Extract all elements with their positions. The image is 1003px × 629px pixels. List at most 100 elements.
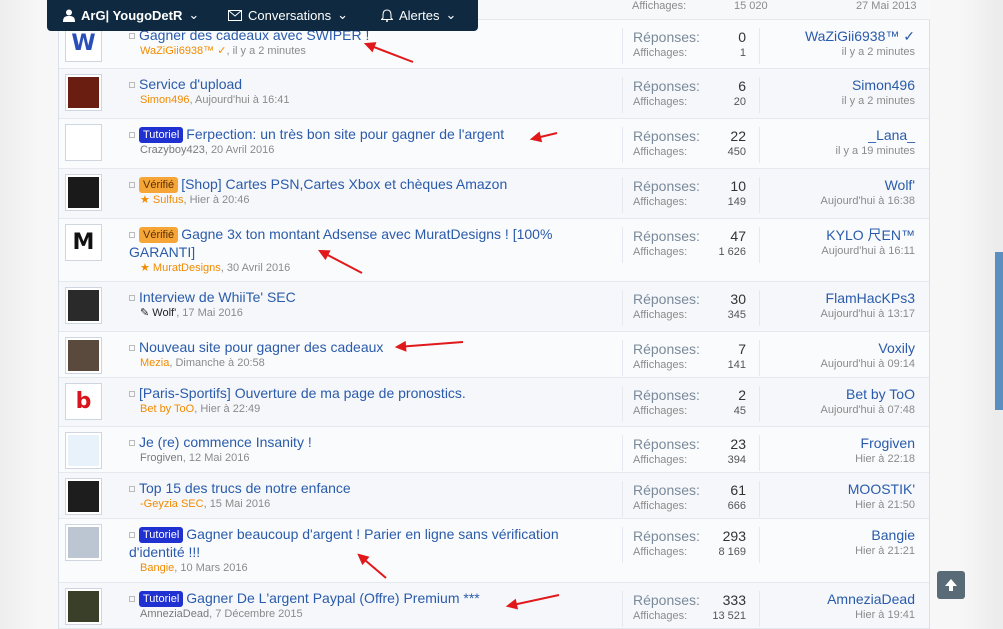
thread-row[interactable]: Tutoriel Gagner De L'argent Paypal (Offre…: [59, 583, 929, 629]
thread-prefix-badge[interactable]: Vérifié: [139, 177, 179, 193]
last-post-user[interactable]: _Lana_: [760, 127, 915, 144]
thread-author[interactable]: Bet by ToO: [140, 403, 194, 415]
thread-row[interactable]: b [Paris-Sportifs] Ouverture de ma page d…: [59, 378, 929, 427]
last-post-time[interactable]: Aujourd'hui à 09:14: [760, 357, 915, 371]
thread-title-line: Vérifié [Shop] Cartes PSN,Cartes Xbox et …: [129, 175, 584, 193]
last-post-user[interactable]: MOOSTIK': [760, 481, 915, 498]
last-post-user[interactable]: Bet by ToO: [760, 386, 915, 403]
avatar[interactable]: [65, 337, 102, 374]
conversations-menu[interactable]: Conversations ⌄: [228, 7, 348, 23]
replies-count: 2: [738, 387, 746, 403]
last-post-user[interactable]: FlamHacKPs3: [760, 290, 915, 307]
thread-author[interactable]: Frogiven: [140, 452, 183, 464]
avatar[interactable]: [65, 478, 102, 515]
thread-prefix-badge[interactable]: Tutoriel: [139, 591, 184, 607]
back-to-top-button[interactable]: [937, 571, 965, 599]
thread-title-link[interactable]: Nouveau site pour gagner des cadeaux: [139, 339, 383, 355]
avatar[interactable]: M: [65, 224, 102, 261]
last-post-user[interactable]: Wolf': [760, 177, 915, 194]
user-menu[interactable]: ArG| YougoDetR ⌄: [63, 7, 199, 23]
thread-title-link[interactable]: [Shop] Cartes PSN,Cartes Xbox et chèques…: [181, 176, 507, 192]
thread-author[interactable]: Mezia: [140, 357, 169, 369]
thread-row[interactable]: Tutoriel Gagner beaucoup d'argent ! Parie…: [59, 519, 929, 583]
thread-title-link[interactable]: Gagner beaucoup d'argent ! Parier en lig…: [129, 526, 559, 560]
thread-row[interactable]: M Vérifié Gagne 3x ton montant Adsense ave…: [59, 219, 929, 282]
arrow-up-icon: [945, 579, 957, 591]
thread-title-link[interactable]: Gagne 3x ton montant Adsense avec MuratD…: [129, 226, 552, 260]
replies-count: 61: [730, 482, 746, 498]
thread-row[interactable]: Nouveau site pour gagner des cadeaux Mezi…: [59, 332, 929, 378]
avatar[interactable]: [65, 524, 102, 561]
thread-author[interactable]: ★ Sulfus: [140, 194, 184, 206]
avatar[interactable]: [65, 74, 102, 111]
thread-author[interactable]: ✎ Wolf': [140, 307, 176, 319]
thread-title-link[interactable]: Service d'upload: [139, 76, 242, 92]
last-post-time[interactable]: Hier à 22:18: [760, 452, 915, 466]
avatar[interactable]: [65, 174, 102, 211]
last-post-time[interactable]: Aujourd'hui à 07:48: [760, 403, 915, 417]
thread-author[interactable]: Bangie: [140, 562, 174, 574]
chevron-down-icon: ⌄: [188, 7, 200, 22]
last-post-user[interactable]: Frogiven: [760, 435, 915, 452]
avatar-image: [68, 290, 99, 321]
thread-title-link[interactable]: Je (re) commence Insanity !: [139, 434, 312, 450]
thread-prefix-badge[interactable]: Tutoriel: [139, 127, 184, 143]
user-icon: [63, 9, 75, 22]
thread-row[interactable]: Top 15 des trucs de notre enfance -Geyzia…: [59, 473, 929, 519]
last-post-time[interactable]: Aujourd'hui à 13:17: [760, 307, 915, 321]
thread-row[interactable]: Je (re) commence Insanity ! Frogiven, 12 …: [59, 427, 929, 473]
thread-title-link[interactable]: Interview de WhiiTe' SEC: [139, 289, 296, 305]
thread-author[interactable]: -Geyzia SEC: [140, 498, 204, 510]
thread-prefix-badge[interactable]: Vérifié: [139, 227, 179, 243]
thread-stats: Réponses: 2 Affichages: 45: [622, 386, 758, 422]
thread-author[interactable]: WaZiGii6938™ ✓: [140, 45, 226, 57]
replies-label: Réponses:: [633, 387, 700, 403]
thread-title-link[interactable]: Ferpection: un très bon site pour gagner…: [186, 126, 504, 142]
replies-count: 10: [730, 178, 746, 194]
unread-marker: [129, 182, 135, 189]
avatar-image: [68, 481, 99, 512]
thread-row[interactable]: Interview de WhiiTe' SEC ✎ Wolf', 17 Mai …: [59, 282, 929, 332]
avatar-image: [68, 340, 99, 371]
last-post-user[interactable]: Voxily: [760, 340, 915, 357]
thread-row[interactable]: Vérifié [Shop] Cartes PSN,Cartes Xbox et …: [59, 169, 929, 219]
thread-info: Tutoriel Ferpection: un très bon site pou…: [129, 125, 584, 157]
thread-row[interactable]: Service d'upload Simon496, Aujourd'hui à …: [59, 69, 929, 119]
last-post-time[interactable]: Aujourd'hui à 16:11: [760, 244, 915, 258]
views-label: Affichages:: [633, 500, 688, 512]
thread-row[interactable]: Tutoriel Ferpection: un très bon site pou…: [59, 119, 929, 169]
thread-start-date: , 7 Décembre 2015: [209, 608, 303, 620]
scrollbar-thumb[interactable]: [995, 252, 1003, 410]
thread-title-link[interactable]: Top 15 des trucs de notre enfance: [139, 480, 351, 496]
avatar[interactable]: [65, 588, 102, 625]
avatar[interactable]: [65, 432, 102, 469]
thread-prefix-badge[interactable]: Tutoriel: [139, 527, 184, 543]
last-post-time[interactable]: il y a 19 minutes: [760, 144, 915, 158]
last-post-time[interactable]: il y a 2 minutes: [760, 45, 915, 59]
thread-info: Interview de WhiiTe' SEC ✎ Wolf', 17 Mai …: [129, 288, 584, 320]
avatar[interactable]: b: [65, 383, 102, 420]
last-post-time[interactable]: Hier à 21:50: [760, 498, 915, 512]
last-post-user[interactable]: KYLO 尺EN™: [760, 227, 915, 244]
avatar[interactable]: [65, 124, 102, 161]
last-post-time[interactable]: Hier à 21:21: [760, 544, 915, 558]
alerts-menu[interactable]: Alertes ⌄: [381, 7, 456, 23]
thread-author[interactable]: AmneziaDead: [140, 608, 209, 620]
last-post-user[interactable]: WaZiGii6938™ ✓: [760, 28, 915, 45]
avatar-image: [68, 591, 99, 622]
views-label: Affichages:: [633, 546, 688, 558]
thread-title-link[interactable]: [Paris-Sportifs] Ouverture de ma page de…: [139, 385, 466, 401]
last-post-user[interactable]: Bangie: [760, 527, 915, 544]
thread-author[interactable]: ★ MuratDesigns: [140, 262, 221, 274]
last-post-time[interactable]: Hier à 19:41: [760, 608, 915, 622]
last-post-user[interactable]: Simon496: [760, 77, 915, 94]
thread-author[interactable]: Crazyboy423: [140, 144, 205, 156]
avatar[interactable]: [65, 287, 102, 324]
thread-title-link[interactable]: Gagner De L'argent Paypal (Offre) Premiu…: [186, 590, 479, 606]
last-post-time[interactable]: Aujourd'hui à 16:38: [760, 194, 915, 208]
thread-author[interactable]: Simon496: [140, 94, 190, 106]
last-post-time[interactable]: il y a 2 minutes: [760, 94, 915, 108]
unread-marker: [129, 232, 135, 239]
last-post-user[interactable]: AmneziaDead: [760, 591, 915, 608]
thread-stats: Réponses: 23 Affichages: 394: [622, 435, 758, 471]
